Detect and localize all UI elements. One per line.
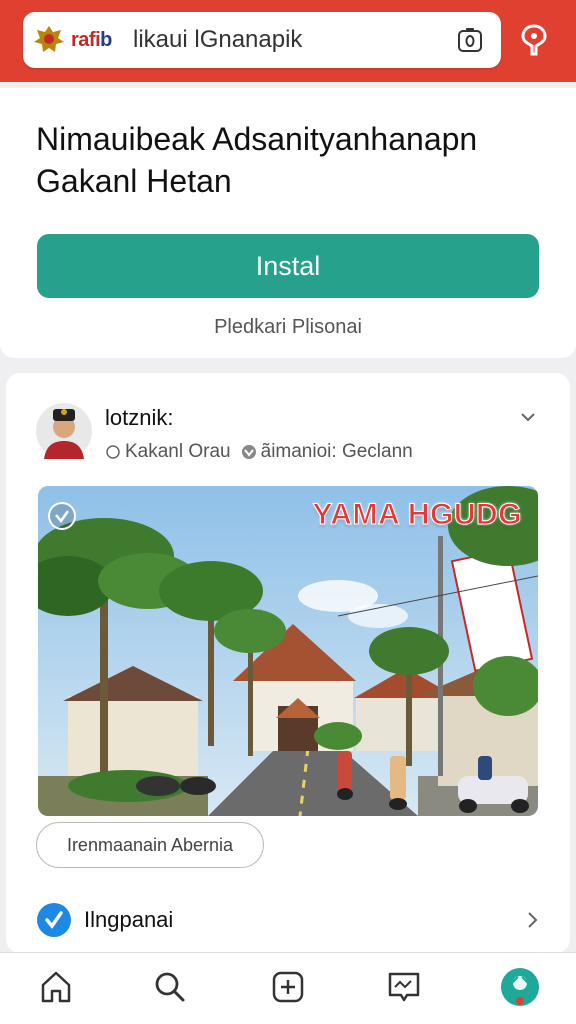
post-link-row[interactable]: Ilngpanai bbox=[36, 898, 542, 942]
logo-text: rafib bbox=[71, 28, 112, 51]
meta-right: ãimanioi: Geclann bbox=[260, 441, 413, 462]
verified-icon bbox=[37, 903, 71, 937]
install-button[interactable]: Instal bbox=[37, 234, 539, 298]
row-label: Ilngpanai bbox=[84, 907, 174, 932]
add-icon[interactable] bbox=[268, 967, 308, 1007]
message-icon[interactable] bbox=[384, 967, 424, 1007]
app-logo: rafib bbox=[31, 20, 123, 60]
post-photo[interactable]: YAMA HGUDG bbox=[38, 486, 538, 816]
location-pin-icon[interactable] bbox=[516, 22, 552, 58]
promo-subtitle[interactable]: Pledkari Plisonai bbox=[0, 316, 576, 339]
post-meta: Kakanl Orau ãimanioi: Geclann bbox=[105, 441, 413, 463]
chevron-down-icon[interactable] bbox=[518, 407, 538, 427]
location-icon bbox=[106, 445, 120, 459]
search-input[interactable]: likaui lGnanapik bbox=[133, 26, 455, 54]
promo-title: Nimauibeak Adsanityanhanapn Gakanl Hetan bbox=[36, 121, 478, 199]
tag-pill[interactable]: Irenmaanain Abernia bbox=[36, 822, 264, 868]
garuda-emblem-icon bbox=[34, 26, 64, 52]
post-card: lotznik: Kakanl Orau ãimanioi: Geclann Y… bbox=[6, 373, 570, 953]
camera-icon[interactable] bbox=[455, 25, 485, 55]
search-icon[interactable] bbox=[150, 967, 190, 1007]
chevron-right-icon bbox=[528, 912, 538, 928]
promo-card: Nimauibeak Adsanityanhanapn Gakanl Hetan… bbox=[0, 88, 576, 358]
profile-icon[interactable] bbox=[500, 967, 540, 1007]
home-icon[interactable] bbox=[36, 967, 76, 1007]
photo-title: YAMA HGUDG bbox=[312, 498, 522, 532]
leaf-badge-icon bbox=[48, 502, 76, 530]
bottom-nav bbox=[0, 952, 576, 1024]
group-icon bbox=[241, 445, 256, 459]
avatar[interactable] bbox=[36, 395, 92, 461]
meta-left: Kakanl Orau bbox=[125, 441, 231, 462]
search-bar[interactable]: rafib likaui lGnanapik bbox=[23, 12, 501, 68]
photo-illustration bbox=[38, 486, 538, 816]
author-name[interactable]: lotznik: bbox=[105, 405, 173, 431]
top-header: rafib likaui lGnanapik bbox=[0, 0, 576, 82]
